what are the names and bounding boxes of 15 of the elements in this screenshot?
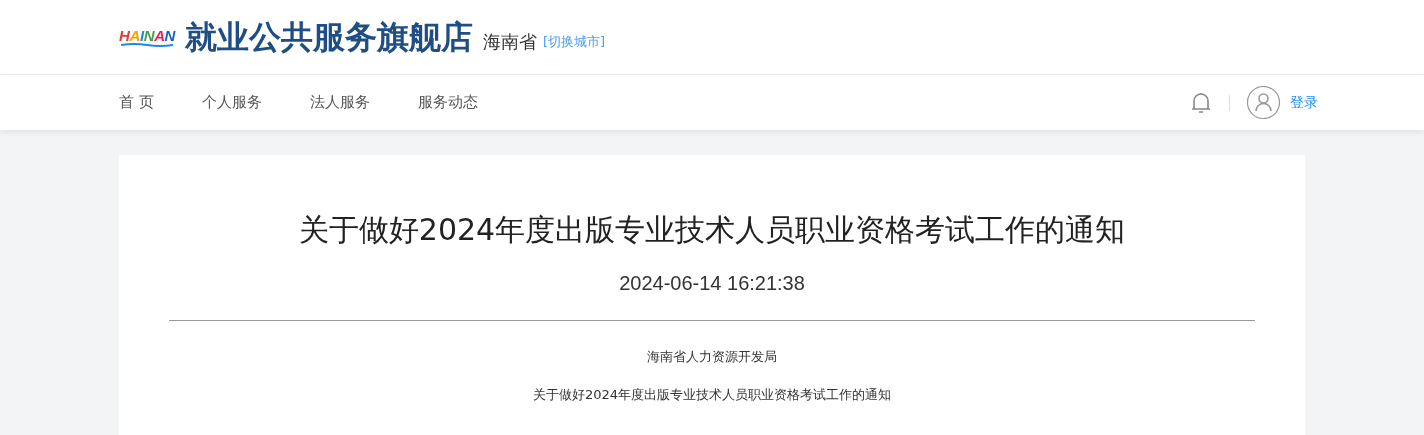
nav-link[interactable]: 首 页 xyxy=(119,91,154,114)
nav-link[interactable]: 个人服务 xyxy=(201,91,262,114)
nav-link[interactable]: 服务动态 xyxy=(417,91,478,114)
logo[interactable]: HAINAN xyxy=(119,27,175,47)
province-label: 海南省 xyxy=(483,29,537,54)
bell-icon[interactable] xyxy=(1190,90,1212,115)
wave-icon xyxy=(121,42,173,47)
article-paragraph: 海南省人力资源开发局 xyxy=(647,348,777,366)
article-paragraph: 关于做好2024年度出版专业技术人员职业资格考试工作的通知 xyxy=(532,385,892,404)
article-title: 关于做好2024年度出版专业技术人员职业资格考试工作的通知 xyxy=(298,211,1126,249)
login-link[interactable]: 登录 xyxy=(1290,92,1318,113)
site-title: 就业公共服务旗舰店 xyxy=(185,17,473,58)
nav-link[interactable]: 法人服务 xyxy=(309,91,370,114)
user-avatar-icon[interactable] xyxy=(1247,86,1280,119)
article-date: 2024-06-14 16:21:38 xyxy=(619,271,805,296)
